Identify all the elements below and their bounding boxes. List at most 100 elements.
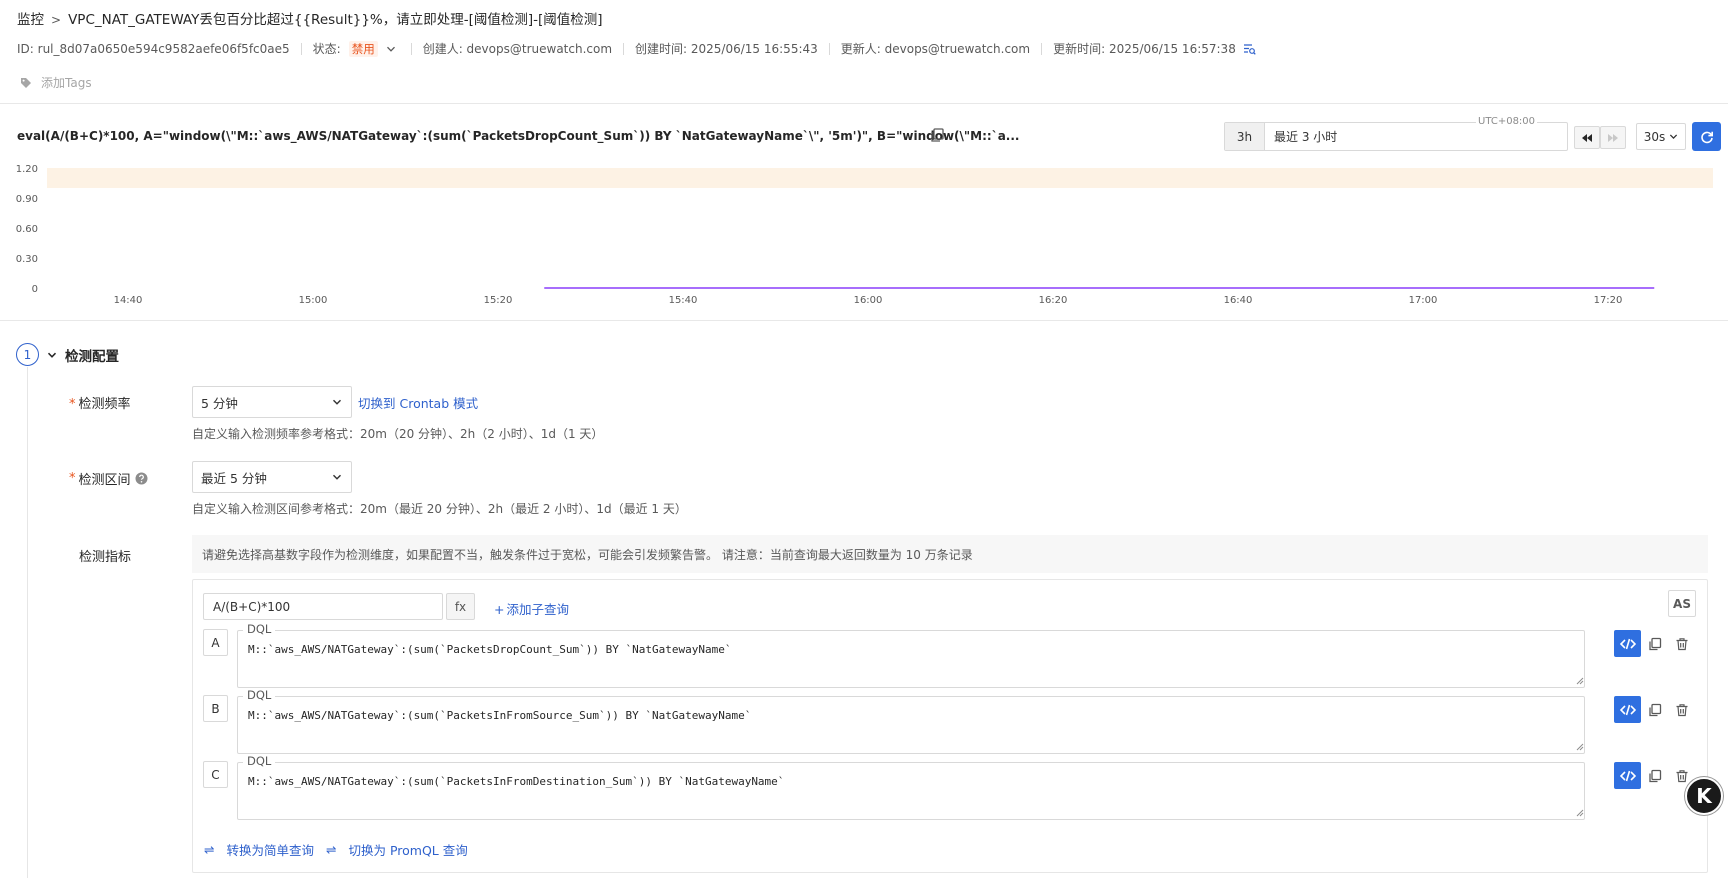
creator: 创建人: devops@truewatch.com — [422, 42, 613, 56]
switch-promql-label: 切换为 PromQL 查询 — [348, 843, 468, 858]
copy-query-button-b[interactable] — [1645, 700, 1665, 720]
time-quick-3h[interactable]: 3h — [1225, 123, 1265, 150]
copy-icon[interactable] — [929, 127, 945, 143]
status-badge: 禁用 — [348, 40, 378, 57]
x-tick-label: 14:40 — [114, 295, 143, 306]
rule-meta: ID: rul_8d07a0650e594c9582aefe06f5fc0ae5… — [17, 40, 1256, 57]
query-letter-b[interactable]: B — [203, 695, 228, 722]
time-forward-button[interactable] — [1600, 126, 1626, 149]
switch-promql-link[interactable]: ⇌ 切换为 PromQL 查询 — [326, 840, 468, 859]
dql-text-c: M::`aws_AWS/NATGateway`:(sum(`PacketsInF… — [248, 775, 785, 788]
refresh-interval-select[interactable]: 30s — [1636, 123, 1686, 150]
trash-icon — [1675, 769, 1689, 783]
rule-id: ID: rul_8d07a0650e594c9582aefe06f5fc0ae5 — [17, 41, 290, 56]
x-tick-label: 16:00 — [854, 295, 883, 306]
required-mark: * — [69, 397, 76, 412]
resize-handle-icon[interactable] — [1576, 809, 1584, 817]
code-icon — [1619, 704, 1636, 716]
x-tick-label: 16:40 — [1224, 295, 1253, 306]
updater: 更新人: devops@truewatch.com — [840, 42, 1031, 56]
convert-simple-query-link[interactable]: ⇌ 转换为简单查询 — [204, 840, 314, 859]
dql-input-a[interactable] — [237, 630, 1585, 688]
time-range-input[interactable]: 最近 3 小时 — [1265, 123, 1337, 150]
resize-handle-icon[interactable] — [1576, 743, 1584, 751]
time-back-button[interactable] — [1574, 126, 1600, 149]
copy-icon — [1648, 703, 1662, 717]
rewind-icon — [1581, 133, 1593, 143]
chevron-down-icon — [1669, 132, 1678, 141]
interval-hint: 自定义输入检测区间参考格式：20m（最近 20 分钟）、2h（最近 2 小时）、… — [192, 502, 687, 516]
section-header[interactable]: 检测配置 — [47, 345, 119, 365]
code-icon — [1619, 770, 1636, 782]
y-tick-label: 1.20 — [16, 164, 38, 175]
convert-simple-label: 转换为简单查询 — [226, 843, 314, 858]
add-tags-button[interactable]: 添加Tags — [20, 74, 92, 91]
refresh-interval-value: 30s — [1643, 129, 1666, 144]
chevron-down-icon[interactable] — [47, 350, 57, 360]
add-subquery-label: 添加子查询 — [506, 602, 569, 617]
help-icon[interactable] — [135, 472, 148, 485]
breadcrumb: 监控 > VPC_NAT_GATEWAY丢包百分比超过{{Result}}%，请立即… — [17, 8, 603, 28]
threshold-chart: 0 0.30 0.60 0.90 1.20 14:40 15:00 15:20 15:40 16:… — [16, 164, 1713, 306]
timezone-label: UTC+08:00 — [1476, 116, 1538, 127]
add-tags-label: 添加Tags — [41, 76, 92, 90]
trash-icon — [1675, 637, 1689, 651]
status-dropdown-icon[interactable] — [386, 44, 396, 54]
trash-icon — [1675, 703, 1689, 717]
step-connector — [27, 367, 28, 878]
plus-icon: + — [494, 602, 505, 617]
dql-input-c[interactable] — [237, 762, 1585, 820]
swap-icon: ⇌ — [326, 842, 337, 857]
fx-button[interactable]: fx — [446, 593, 475, 620]
y-tick-label: 0.90 — [16, 194, 38, 205]
divider — [410, 42, 412, 55]
refresh-button[interactable] — [1692, 122, 1721, 151]
delete-query-button-a[interactable] — [1672, 634, 1692, 654]
x-tick-label: 16:20 — [1039, 295, 1068, 306]
interval-label-text: 检测区间 — [78, 473, 131, 488]
breadcrumb-root-link[interactable]: 监控 — [17, 12, 44, 28]
x-tick-label: 15:20 — [484, 295, 513, 306]
delete-query-button-b[interactable] — [1672, 700, 1692, 720]
code-mode-button-a[interactable] — [1614, 630, 1641, 657]
assistant-k-icon[interactable]: K — [1685, 777, 1723, 815]
query-expression: eval(A/(B+C)*100, A="window(\"M::`aws_AW… — [17, 129, 1020, 143]
divider — [828, 42, 830, 55]
metric-label: 检测指标 — [79, 550, 132, 565]
step-number: 1 — [16, 343, 39, 366]
copy-query-button-c[interactable] — [1645, 766, 1665, 786]
crontab-switch-link[interactable]: 切换到 Crontab 模式 — [358, 393, 478, 412]
add-subquery-button[interactable]: + 添加子查询 — [494, 599, 569, 618]
resize-handle-icon[interactable] — [1576, 677, 1584, 685]
frequency-select[interactable]: 5 分钟 — [192, 386, 352, 418]
query-letter-a[interactable]: A — [203, 629, 228, 656]
code-icon — [1619, 638, 1636, 650]
formula-input[interactable]: A/(B+C)*100 — [203, 593, 443, 620]
threshold-band — [47, 168, 1713, 188]
interval-label: * 检测区间 — [69, 469, 148, 488]
interval-select[interactable]: 最近 5 分钟 — [192, 461, 352, 493]
swap-icon: ⇌ — [204, 842, 215, 857]
copy-query-button-a[interactable] — [1645, 634, 1665, 654]
frequency-value: 5 分钟 — [201, 395, 238, 411]
x-tick-label: 15:40 — [669, 295, 698, 306]
divider — [300, 42, 302, 55]
code-mode-button-c[interactable] — [1614, 762, 1641, 789]
code-mode-button-b[interactable] — [1614, 696, 1641, 723]
divider — [623, 42, 625, 55]
page-title: VPC_NAT_GATEWAY丢包百分比超过{{Result}}%，请立即处理-… — [68, 12, 603, 28]
chevron-right-icon: > — [51, 13, 62, 27]
history-list-icon[interactable] — [1243, 43, 1256, 55]
status-label: 状态: — [312, 42, 341, 56]
dql-text-b: M::`aws_AWS/NATGateway`:(sum(`PacketsInF… — [248, 709, 752, 722]
section-title: 检测配置 — [65, 349, 119, 365]
copy-icon — [1648, 637, 1662, 651]
query-letter-c[interactable]: C — [203, 761, 228, 788]
frequency-label: * 检测频率 — [69, 393, 131, 412]
dql-input-b[interactable] — [237, 696, 1585, 754]
dql-text-a: M::`aws_AWS/NATGateway`:(sum(`PacketsDro… — [248, 643, 732, 656]
y-tick-label: 0 — [32, 284, 38, 295]
as-button[interactable]: AS — [1668, 590, 1696, 617]
frequency-hint: 自定义输入检测频率参考格式：20m（20 分钟）、2h（2 小时）、1d（1 天… — [192, 427, 604, 441]
dql-tag: DQL — [243, 622, 276, 636]
